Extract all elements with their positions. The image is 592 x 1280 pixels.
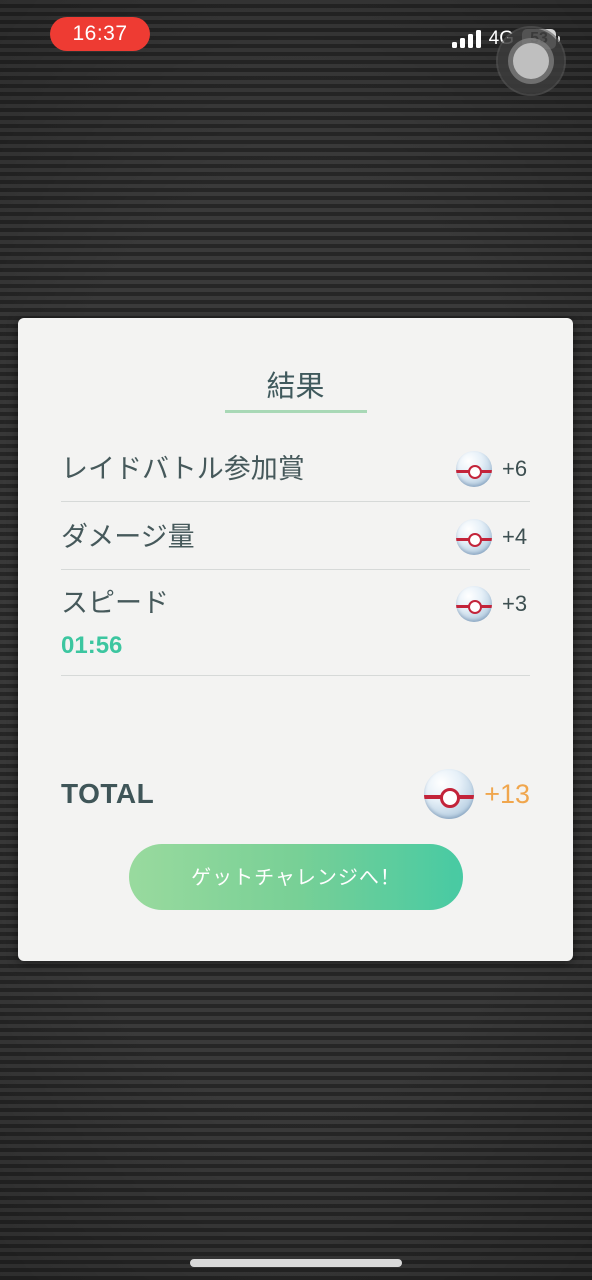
row-label: スピード — [61, 588, 169, 619]
row-reward-value: +6 — [502, 456, 528, 481]
row-reward: +6 — [456, 451, 530, 487]
cellular-signal-icon — [451, 30, 481, 48]
result-row-speed: スピード 01:56 +3 — [61, 586, 530, 666]
row-reward: +3 — [456, 586, 530, 622]
status-time: 16:37 — [50, 17, 150, 51]
row-reward: +4 — [456, 519, 530, 555]
result-row-damage: ダメージ量 +4 — [61, 518, 530, 566]
title-underline — [225, 410, 367, 413]
row-label: ダメージ量 — [61, 522, 195, 553]
premier-ball-icon — [456, 519, 492, 555]
get-challenge-button[interactable]: ゲットチャレンジへ！ — [129, 844, 463, 910]
premier-ball-icon — [424, 769, 475, 819]
total-value: +13 — [484, 778, 530, 809]
row-divider — [61, 569, 530, 570]
row-divider — [61, 675, 530, 676]
total-label: TOTAL — [61, 778, 155, 809]
row-label: レイドバトル参加賞 — [61, 454, 305, 485]
result-card: 結果 レイドバトル参加賞 +6 ダメージ量 +4 スピード 01:56 +3 T… — [18, 318, 573, 961]
premier-ball-icon — [456, 586, 492, 622]
speed-time: 01:56 — [61, 632, 123, 659]
assistive-touch-button[interactable] — [498, 28, 564, 94]
home-indicator[interactable] — [190, 1259, 402, 1267]
row-reward-value: +4 — [502, 524, 528, 549]
result-row-participation: レイドバトル参加賞 +6 — [61, 450, 530, 498]
premier-ball-icon — [456, 451, 492, 487]
row-divider — [61, 501, 530, 502]
total-reward: +13 — [424, 769, 530, 819]
row-reward-value: +3 — [502, 591, 528, 616]
result-title: 結果 — [266, 369, 325, 403]
